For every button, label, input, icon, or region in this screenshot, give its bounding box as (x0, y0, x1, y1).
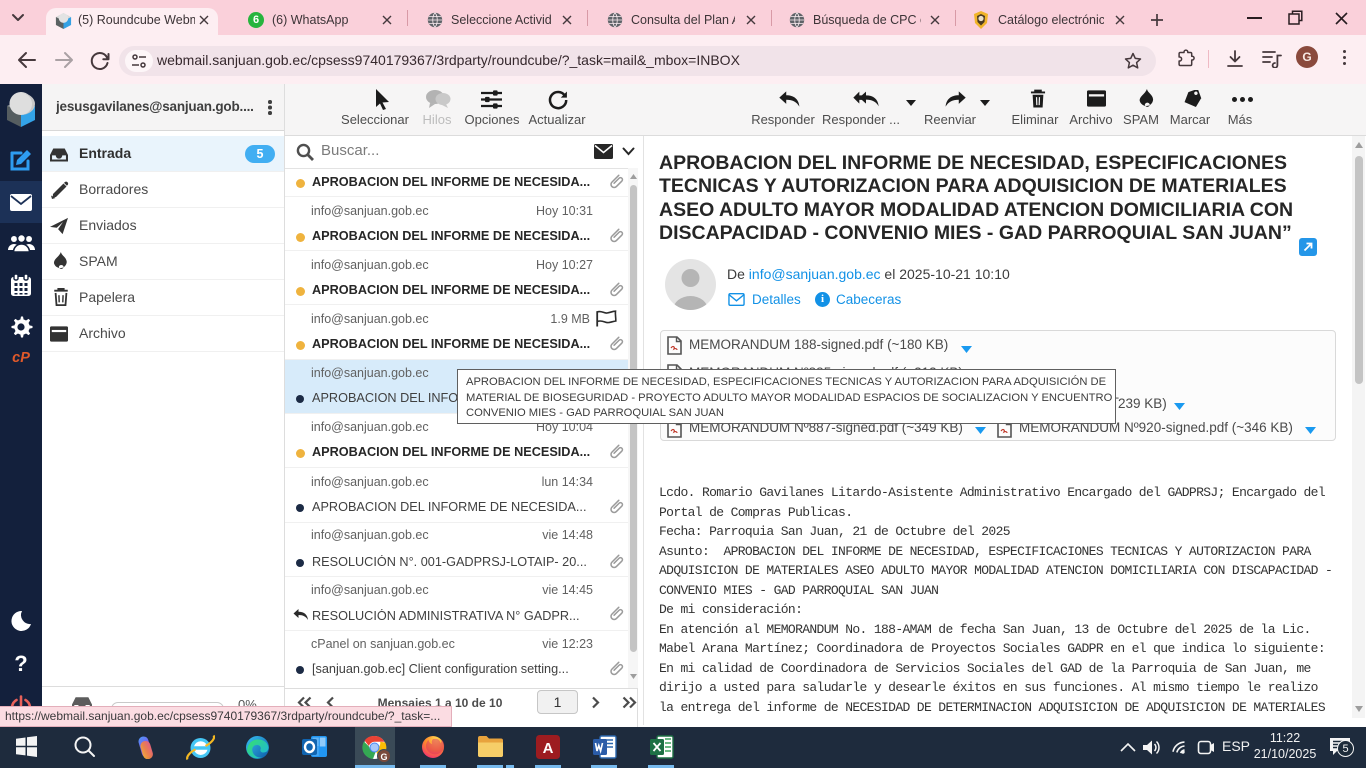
svg-text:A: A (543, 740, 554, 757)
